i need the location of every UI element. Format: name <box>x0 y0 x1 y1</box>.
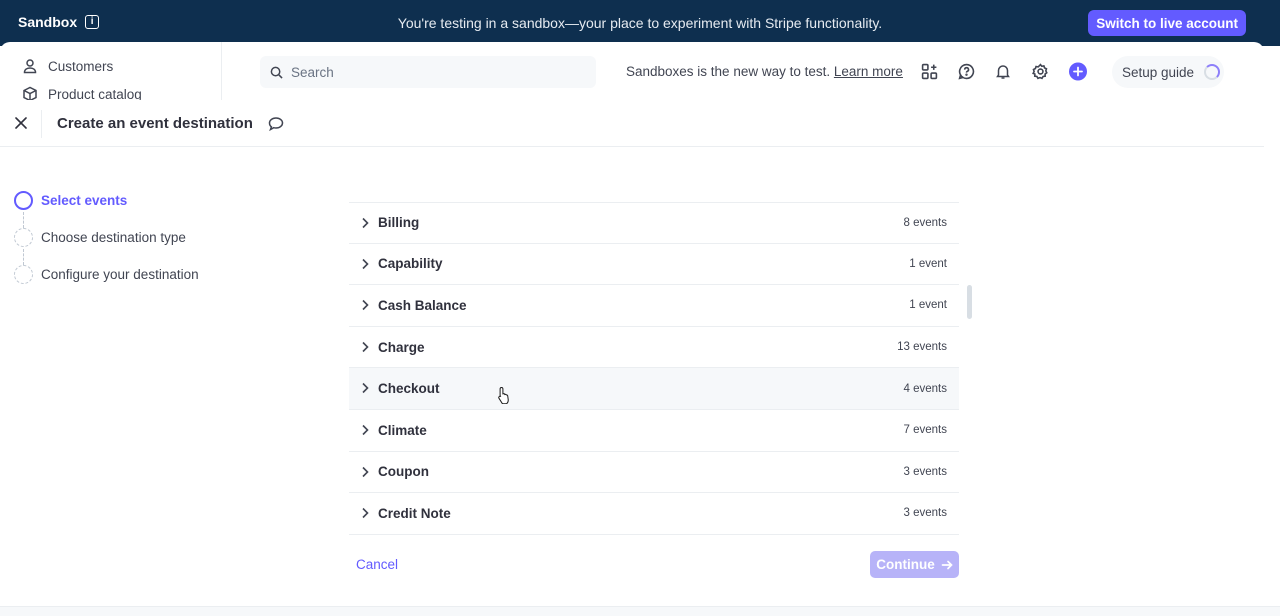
search-icon <box>270 66 283 79</box>
cancel-button[interactable]: Cancel <box>356 557 398 572</box>
setup-guide-button[interactable]: Setup guide <box>1112 56 1224 88</box>
search-bar[interactable] <box>260 56 596 88</box>
learn-more-link[interactable]: Learn more <box>834 64 903 79</box>
sidebar-item-label: Customers <box>48 58 114 74</box>
hand-cursor-icon <box>498 386 509 404</box>
event-category-row-checkout[interactable]: Checkout 4 events <box>349 368 959 410</box>
step-active-indicator <box>14 191 33 210</box>
event-count: 13 events <box>897 341 947 354</box>
person-icon <box>23 59 37 74</box>
event-count: 7 events <box>903 424 947 437</box>
event-category-name: Climate <box>378 422 427 438</box>
event-category-name: Billing <box>378 215 420 231</box>
chevron-right-icon <box>362 341 369 352</box>
event-count: 1 event <box>909 257 947 270</box>
event-category-row-credit-note[interactable]: Credit Note 3 events <box>349 493 959 535</box>
list-scrollbar[interactable] <box>967 285 972 319</box>
step-connector <box>23 212 24 228</box>
event-count: 8 events <box>903 216 947 229</box>
event-category-row-capability[interactable]: Capability 1 event <box>349 244 959 286</box>
switch-to-live-button[interactable]: Switch to live account <box>1088 10 1246 36</box>
chevron-right-icon <box>362 300 369 311</box>
event-count: 1 event <box>909 299 947 312</box>
header-divider <box>41 110 42 138</box>
chevron-right-icon <box>362 508 369 519</box>
sidebar-divider <box>221 42 222 108</box>
help-icon[interactable] <box>957 62 975 80</box>
step-choose-destination-type[interactable]: Choose destination type <box>14 228 186 247</box>
event-count: 3 events <box>903 465 947 478</box>
event-category-row-charge[interactable]: Charge 13 events <box>349 327 959 369</box>
chevron-right-icon <box>362 424 369 436</box>
event-category-name: Coupon <box>378 464 429 480</box>
chevron-right-icon <box>362 217 369 229</box>
step-label: Select events <box>41 193 128 208</box>
chevron-right-icon <box>362 466 369 477</box>
event-count: 4 events <box>903 382 947 395</box>
progress-ring-icon <box>1204 64 1221 80</box>
event-category-name: Capability <box>378 256 443 272</box>
sandbox-banner: Sandbox i You're testing in a sandbox—yo… <box>0 0 1280 46</box>
sidebar-item-customers[interactable]: Customers <box>22 58 113 74</box>
step-configure-destination[interactable]: Configure your destination <box>14 265 199 284</box>
step-connector <box>23 249 24 265</box>
bell-icon[interactable] <box>994 62 1012 80</box>
step-label: Configure your destination <box>41 267 199 282</box>
window-bottom-edge <box>0 606 1280 616</box>
step-select-events[interactable]: Select events <box>14 191 127 210</box>
continue-button[interactable]: Continue <box>870 551 959 578</box>
event-destination-modal: Create an event destination Select event… <box>0 100 1264 616</box>
setup-guide-label: Setup guide <box>1122 64 1195 80</box>
event-category-row-billing[interactable]: Billing 8 events <box>349 202 959 244</box>
modal-header: Create an event destination <box>0 100 1264 147</box>
search-input[interactable] <box>291 64 571 80</box>
notice-text: Sandboxes is the new way to test. <box>626 64 831 79</box>
sandbox-notice: Sandboxes is the new way to test. Learn … <box>626 64 903 79</box>
window-edge <box>1264 46 1280 606</box>
event-category-name: Cash Balance <box>378 297 467 313</box>
event-count: 3 events <box>903 507 947 520</box>
event-category-name: Checkout <box>378 381 440 397</box>
dashboard-shell: Customers Product catalog Sandboxes is t… <box>0 42 1264 108</box>
gear-icon[interactable] <box>1031 62 1049 80</box>
event-category-list: Billing 8 events Capability 1 event Cash… <box>349 202 959 535</box>
continue-label: Continue <box>876 557 935 572</box>
event-category-row-climate[interactable]: Climate 7 events <box>349 410 959 452</box>
event-category-name: Credit Note <box>378 505 451 521</box>
step-pending-indicator <box>14 228 33 247</box>
event-category-row-cash-balance[interactable]: Cash Balance 1 event <box>349 285 959 327</box>
event-category-row-coupon[interactable]: Coupon 3 events <box>349 452 959 494</box>
step-pending-indicator <box>14 265 33 284</box>
feedback-icon[interactable] <box>268 116 284 132</box>
apps-icon[interactable] <box>920 62 938 80</box>
close-icon[interactable] <box>12 114 30 132</box>
step-label: Choose destination type <box>41 230 186 245</box>
chevron-right-icon <box>362 258 369 269</box>
arrow-right-icon <box>941 560 953 569</box>
chevron-right-icon <box>362 383 369 394</box>
event-category-name: Charge <box>378 339 425 355</box>
create-plus-icon[interactable] <box>1069 62 1087 80</box>
page-title: Create an event destination <box>57 115 253 132</box>
